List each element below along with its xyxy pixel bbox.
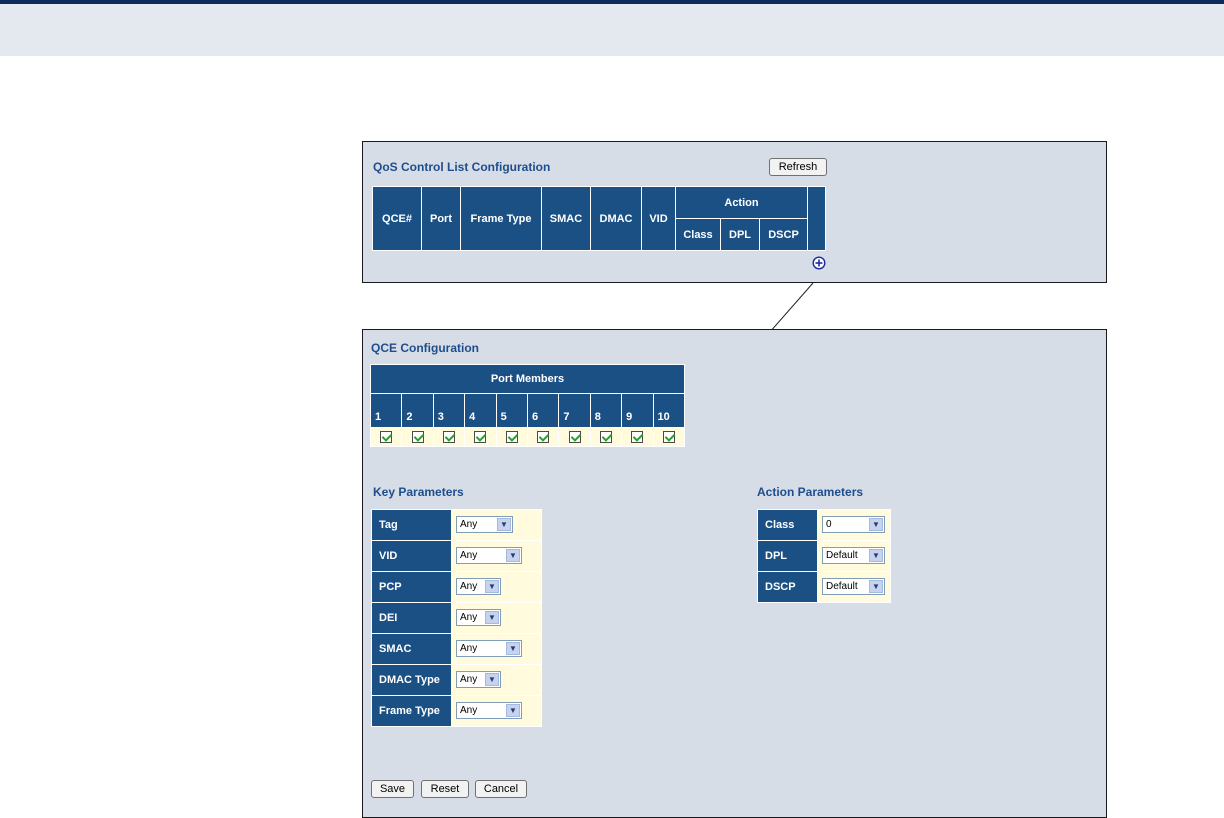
key-frame-type-label: Frame Type xyxy=(371,695,452,727)
smac-select-value: Any xyxy=(460,643,478,655)
action-parameters-title: Action Parameters xyxy=(757,485,864,499)
port-8-cell xyxy=(589,427,623,447)
key-tag-cell: Any ▼ xyxy=(451,509,542,541)
chevron-down-icon: ▼ xyxy=(869,518,883,532)
port-2-cell xyxy=(401,427,434,447)
key-dei-cell: Any ▼ xyxy=(451,602,542,634)
port-9-cell xyxy=(621,427,654,447)
port-1-cell xyxy=(369,427,403,447)
class-select[interactable]: 0 ▼ xyxy=(822,516,885,534)
port-3-cell xyxy=(432,427,466,447)
port-10-checkbox[interactable] xyxy=(662,430,675,443)
chevron-down-icon: ▼ xyxy=(506,704,520,718)
save-button[interactable]: Save xyxy=(371,780,414,798)
tag-select-value: Any xyxy=(460,519,478,531)
port-1-header: 1 xyxy=(369,393,403,428)
chevron-down-icon: ▼ xyxy=(869,580,883,594)
pcp-select[interactable]: Any ▼ xyxy=(456,578,501,596)
port-7-cell xyxy=(558,427,591,447)
action-parameters-table: Class 0 ▼ DPL Default ▼ DSCP Default ▼ xyxy=(757,509,891,603)
port-7-header: 7 xyxy=(558,393,591,428)
port-members-header: Port Members xyxy=(370,364,685,394)
dpl-select-value: Default xyxy=(826,550,858,562)
pcp-select-value: Any xyxy=(460,581,478,593)
dpl-select[interactable]: Default ▼ xyxy=(822,547,885,565)
dei-select[interactable]: Any ▼ xyxy=(456,609,501,627)
action-dscp-cell: Default ▼ xyxy=(817,571,891,603)
key-tag-label: Tag xyxy=(371,509,452,541)
port-5-checkbox[interactable] xyxy=(505,430,518,443)
chevron-down-icon: ▼ xyxy=(485,580,499,594)
action-dpl-label: DPL xyxy=(757,540,818,572)
class-select-value: 0 xyxy=(826,519,832,531)
port-3-checkbox[interactable] xyxy=(442,430,455,443)
port-8-checkbox[interactable] xyxy=(599,430,612,443)
qce-panel: QCE Configuration Port Members 1 2 3 4 5… xyxy=(362,329,1107,818)
port-5-header: 5 xyxy=(495,393,528,428)
action-class-cell: 0 ▼ xyxy=(817,509,891,541)
vid-select-value: Any xyxy=(460,550,478,562)
reset-button[interactable]: Reset xyxy=(421,780,469,798)
port-3-header: 3 xyxy=(432,393,466,428)
vid-select[interactable]: Any ▼ xyxy=(456,547,522,565)
dmac-type-select[interactable]: Any ▼ xyxy=(456,671,501,689)
key-frame-type-cell: Any ▼ xyxy=(451,695,542,727)
port-8-header: 8 xyxy=(589,393,623,428)
key-dmac-type-cell: Any ▼ xyxy=(451,664,542,696)
port-2-header: 2 xyxy=(401,393,434,428)
port-members-table: Port Members 1 2 3 4 5 6 7 8 9 10 xyxy=(369,364,686,447)
port-10-header: 10 xyxy=(652,393,686,428)
port-7-checkbox[interactable] xyxy=(568,430,581,443)
chevron-down-icon: ▼ xyxy=(485,673,499,687)
frame-type-select[interactable]: Any ▼ xyxy=(456,702,522,720)
port-4-cell xyxy=(464,427,497,447)
key-smac-cell: Any ▼ xyxy=(451,633,542,665)
port-4-header: 4 xyxy=(464,393,497,428)
qce-title: QCE Configuration xyxy=(371,341,479,355)
action-dpl-cell: Default ▼ xyxy=(817,540,891,572)
smac-select[interactable]: Any ▼ xyxy=(456,640,522,658)
dei-select-value: Any xyxy=(460,612,478,624)
port-1-checkbox[interactable] xyxy=(380,430,393,443)
key-vid-label: VID xyxy=(371,540,452,572)
key-smac-label: SMAC xyxy=(371,633,452,665)
action-class-label: Class xyxy=(757,509,818,541)
port-6-header: 6 xyxy=(526,393,560,428)
key-pcp-label: PCP xyxy=(371,571,452,603)
dscp-select[interactable]: Default ▼ xyxy=(822,578,885,596)
chevron-down-icon: ▼ xyxy=(485,611,499,625)
action-dscp-label: DSCP xyxy=(757,571,818,603)
frame-type-select-value: Any xyxy=(460,705,478,717)
key-parameters-table: Tag Any ▼ VID Any ▼ PCP Any ▼ DEI Any ▼ SMAC… xyxy=(371,509,542,727)
key-pcp-cell: Any ▼ xyxy=(451,571,542,603)
port-9-header: 9 xyxy=(621,393,654,428)
port-4-checkbox[interactable] xyxy=(474,430,487,443)
cancel-button[interactable]: Cancel xyxy=(475,780,527,798)
chevron-down-icon: ▼ xyxy=(506,549,520,563)
port-2-checkbox[interactable] xyxy=(411,430,424,443)
dscp-select-value: Default xyxy=(826,581,858,593)
dmac-type-select-value: Any xyxy=(460,674,478,686)
tag-select[interactable]: Any ▼ xyxy=(456,516,513,534)
chevron-down-icon: ▼ xyxy=(869,549,883,563)
chevron-down-icon: ▼ xyxy=(497,518,511,532)
port-9-checkbox[interactable] xyxy=(631,430,644,443)
chevron-down-icon: ▼ xyxy=(506,642,520,656)
port-10-cell xyxy=(652,427,686,447)
key-dmac-type-label: DMAC Type xyxy=(371,664,452,696)
port-6-cell xyxy=(526,427,560,447)
port-5-cell xyxy=(495,427,528,447)
key-parameters-title: Key Parameters xyxy=(373,485,464,499)
key-vid-cell: Any ▼ xyxy=(451,540,542,572)
key-dei-label: DEI xyxy=(371,602,452,634)
port-6-checkbox[interactable] xyxy=(537,430,550,443)
